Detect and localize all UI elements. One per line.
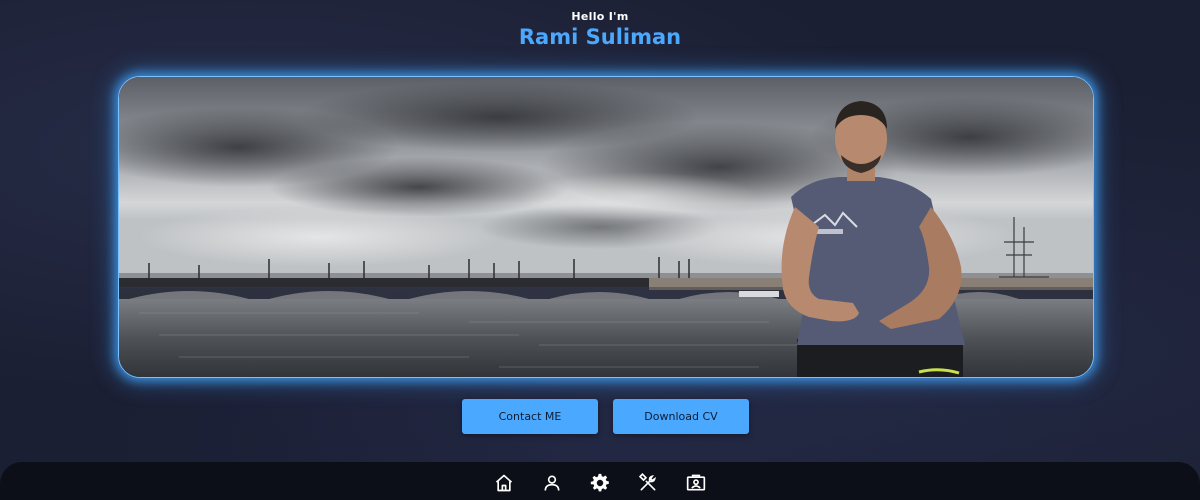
gear-icon xyxy=(590,473,609,492)
nav-skills[interactable] xyxy=(636,471,660,495)
nav-about[interactable] xyxy=(540,471,564,495)
nav-home[interactable] xyxy=(492,471,516,495)
home-icon xyxy=(495,474,513,492)
nav-services[interactable] xyxy=(588,471,612,495)
person-name: Rami Suliman xyxy=(518,25,682,49)
download-cv-button[interactable]: Download CV xyxy=(613,399,749,434)
contact-button[interactable]: Contact ME xyxy=(462,399,598,434)
greeting-text: Hello I'm xyxy=(571,10,629,23)
nav-portfolio[interactable] xyxy=(684,471,708,495)
portfolio-icon xyxy=(686,474,706,491)
bottom-nav xyxy=(0,462,1200,500)
user-icon xyxy=(544,475,560,491)
tools-icon xyxy=(638,473,656,491)
hero-header: Hello I'm Rami Suliman xyxy=(0,10,1200,49)
hero-photo xyxy=(118,76,1094,378)
